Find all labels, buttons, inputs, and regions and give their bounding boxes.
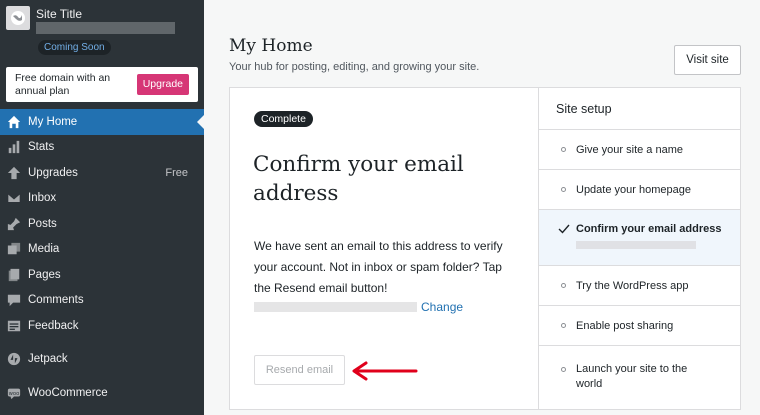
task-status-badge: Complete xyxy=(254,111,313,127)
site-title[interactable]: Site Title xyxy=(36,7,82,21)
task-description: We have sent an email to this address to… xyxy=(254,239,503,295)
posts-icon xyxy=(7,217,21,231)
comments-icon xyxy=(7,293,21,307)
setup-item-label: Give your site a name xyxy=(576,144,683,156)
home-icon xyxy=(7,115,21,129)
nav-separator xyxy=(0,339,204,347)
pages-icon xyxy=(7,268,21,282)
pending-circle-icon xyxy=(561,367,566,372)
change-email-link[interactable]: Change xyxy=(421,300,463,314)
page-title: My Home xyxy=(229,36,313,56)
sidebar-item-label: Comments xyxy=(28,294,84,307)
sidebar-item-label: My Home xyxy=(28,115,78,128)
svg-text:woo: woo xyxy=(9,391,20,397)
email-address-redacted xyxy=(576,241,696,249)
sidebar: Site Title Coming Soon Free domain with … xyxy=(0,0,204,415)
sidebar-item-label: Inbox xyxy=(28,192,57,205)
sidebar-item-inbox[interactable]: Inbox xyxy=(0,186,204,212)
sidebar-item-label: Posts xyxy=(28,217,57,230)
email-address-redacted xyxy=(254,302,417,312)
upgrades-free-badge: Free xyxy=(165,166,188,179)
visit-site-button[interactable]: Visit site xyxy=(674,45,741,75)
site-header[interactable]: Site Title Coming Soon xyxy=(0,0,204,62)
sidebar-item-label: Pages xyxy=(28,268,61,281)
media-icon xyxy=(7,242,21,256)
task-panel: Complete Confirm your email address We h… xyxy=(230,88,539,409)
sidebar-nav: My Home Stats Upgrades Free Inbox Posts … xyxy=(0,109,204,406)
page-subtitle: Your hub for posting, editing, and growi… xyxy=(229,61,480,73)
pending-circle-icon xyxy=(561,323,566,328)
setup-heading: Site setup xyxy=(539,88,740,130)
site-status-badge: Coming Soon xyxy=(38,40,111,55)
stats-icon xyxy=(7,140,21,154)
site-icon[interactable] xyxy=(6,6,30,30)
sidebar-item-label: Stats xyxy=(28,141,55,154)
sidebar-item-woocommerce[interactable]: woo WooCommerce xyxy=(0,380,204,406)
sidebar-item-label: Media xyxy=(28,243,60,256)
setup-item-confirm-email[interactable]: Confirm your email address xyxy=(539,210,740,266)
red-arrow-annotation-icon xyxy=(352,361,418,381)
sidebar-item-label: WooCommerce xyxy=(28,386,108,399)
setup-item-label: Enable post sharing xyxy=(576,320,674,332)
sidebar-item-my-home[interactable]: My Home xyxy=(0,109,204,135)
setup-item-label: Update your homepage xyxy=(576,184,691,196)
site-url-redacted xyxy=(36,22,175,34)
upgrade-prompt: Free domain with an annual plan Upgrade xyxy=(6,67,198,102)
checkmark-icon xyxy=(558,224,570,234)
task-title: Confirm your email address xyxy=(253,152,464,206)
sidebar-item-label: Jetpack xyxy=(28,353,68,366)
jetpack-icon xyxy=(7,352,21,366)
setup-item-label: Confirm your email address xyxy=(576,223,722,235)
globe-icon xyxy=(11,11,25,25)
setup-item-launch-site[interactable]: Launch your site to the world xyxy=(539,346,740,406)
feedback-icon xyxy=(7,319,21,333)
sidebar-item-feedback[interactable]: Feedback xyxy=(0,313,204,339)
sidebar-item-upgrades[interactable]: Upgrades Free xyxy=(0,160,204,186)
sidebar-item-label: Feedback xyxy=(28,319,79,332)
email-row: Change xyxy=(254,300,463,314)
setup-item-name[interactable]: Give your site a name xyxy=(539,130,740,170)
setup-checklist: Site setup Give your site a name Update … xyxy=(539,88,740,409)
upgrade-button[interactable]: Upgrade xyxy=(136,74,189,95)
site-setup-card: Complete Confirm your email address We h… xyxy=(229,87,741,410)
sidebar-item-pages[interactable]: Pages xyxy=(0,262,204,288)
pending-circle-icon xyxy=(561,147,566,152)
woocommerce-icon: woo xyxy=(7,386,21,400)
sidebar-item-comments[interactable]: Comments xyxy=(0,288,204,314)
sidebar-item-jetpack[interactable]: Jetpack xyxy=(0,347,204,373)
resend-email-button[interactable]: Resend email xyxy=(254,355,345,385)
nav-separator xyxy=(0,372,204,380)
inbox-icon xyxy=(7,191,21,205)
setup-item-label: Try the WordPress app xyxy=(576,280,689,292)
sidebar-item-stats[interactable]: Stats xyxy=(0,135,204,161)
setup-item-wordpress-app[interactable]: Try the WordPress app xyxy=(539,266,740,306)
pending-circle-icon xyxy=(561,283,566,288)
setup-item-post-sharing[interactable]: Enable post sharing xyxy=(539,306,740,346)
pending-circle-icon xyxy=(561,187,566,192)
sidebar-item-media[interactable]: Media xyxy=(0,237,204,263)
sidebar-item-label: Upgrades xyxy=(28,166,78,179)
upgrade-prompt-text: Free domain with an annual plan xyxy=(15,72,111,97)
setup-item-label: Launch your site to the world xyxy=(576,363,688,390)
upgrades-icon xyxy=(7,166,21,180)
sidebar-item-posts[interactable]: Posts xyxy=(0,211,204,237)
setup-item-homepage[interactable]: Update your homepage xyxy=(539,170,740,210)
